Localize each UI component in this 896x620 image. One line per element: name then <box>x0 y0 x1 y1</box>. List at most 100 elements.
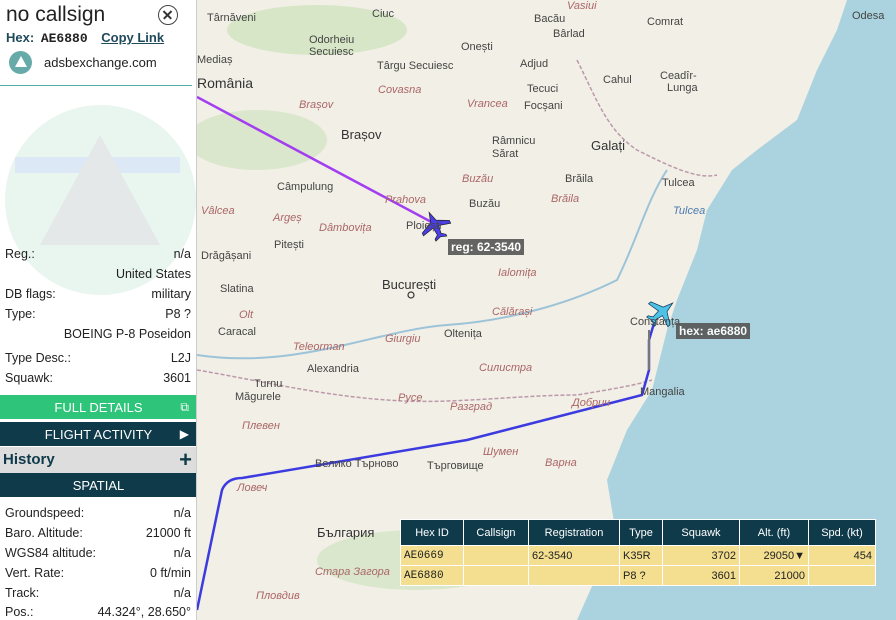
squawk-row: Squawk: 3601 <box>5 371 191 385</box>
table-row[interactable]: AE0669 62-3540 K35R 3702 29050▼ 454 <box>400 545 876 566</box>
table-cell: P8 ? <box>619 565 663 586</box>
map-label: Covasna <box>378 84 422 96</box>
typedesc-row: Type Desc.: L2J <box>5 351 191 365</box>
map-label: Argeș <box>273 212 302 224</box>
map-label: Odesa <box>852 10 885 22</box>
map-label: Силистра <box>479 362 533 374</box>
map-label: Drăgășani <box>201 250 252 262</box>
dbflags-row: DB flags: military <box>5 287 191 301</box>
map-label: Târnăveni <box>207 12 256 24</box>
column-header[interactable]: Squawk <box>662 519 740 546</box>
full-details-button[interactable]: FULL DETAILS ⧉ <box>0 395 196 419</box>
map-label: Buzău <box>462 173 494 185</box>
plus-icon[interactable]: + <box>179 447 192 473</box>
map-label: Добрич <box>572 397 610 409</box>
reg-value: n/a <box>173 247 191 261</box>
map-label: Tecuci <box>527 83 559 95</box>
map-label: Galați <box>591 138 625 153</box>
track-value: n/a <box>173 586 191 600</box>
map-label: Ciuc <box>372 8 395 20</box>
site-label: adsbexchange.com <box>44 54 157 70</box>
column-header[interactable]: Hex ID <box>400 519 464 546</box>
map-label: Târgu Secuiesc <box>377 60 454 72</box>
aircraft-sidebar: no callsign Hex: AE6880 Copy Link adsbex… <box>0 0 197 620</box>
baro-row: Baro. Altitude: 21000 ft <box>5 526 191 540</box>
history-section-header[interactable]: History + <box>0 447 196 473</box>
map-label: Olt <box>239 309 254 321</box>
map-label: Brașov <box>299 99 334 111</box>
table-cell: AE0669 <box>400 545 464 566</box>
dbflags-label: DB flags: <box>5 287 56 301</box>
groundspeed-value: n/a <box>173 506 191 520</box>
groundspeed-row: Groundspeed: n/a <box>5 506 191 520</box>
aircraft-ae0669-label[interactable]: reg: 62-3540 <box>448 239 525 255</box>
baro-label: Baro. Altitude: <box>5 526 83 540</box>
groundspeed-label: Groundspeed: <box>5 506 85 520</box>
map-label: Sărat <box>492 148 519 160</box>
reg-label: Reg.: <box>5 247 35 261</box>
map-label: Търговище <box>427 460 484 472</box>
map-label: Велико Търново <box>315 458 399 470</box>
table-cell: AE6880 <box>400 565 464 586</box>
table-cell: 3601 <box>662 565 740 586</box>
baro-value: 21000 ft <box>145 526 191 540</box>
spatial-header[interactable]: SPATIAL <box>0 473 196 497</box>
pos-row: Pos.: 44.324°, 28.650° <box>5 605 191 619</box>
map-label: Brăila <box>551 193 580 205</box>
spatial-label: SPATIAL <box>72 477 125 493</box>
aircraft-callsign: no callsign <box>6 3 106 26</box>
aircraft-ae6880-label[interactable]: hex: ae6880 <box>676 323 751 339</box>
table-cell <box>528 565 620 586</box>
typedesc-value: L2J <box>170 351 191 365</box>
table-cell: K35R <box>619 545 663 566</box>
full-details-label: FULL DETAILS <box>54 399 143 415</box>
map-label: Bacău <box>534 13 566 25</box>
map-label: Constanța <box>630 316 681 328</box>
table-cell <box>808 565 876 586</box>
map-label: Brăila <box>565 173 594 185</box>
squawk-value: 3601 <box>163 371 191 385</box>
type-full: BOEING P-8 Poseidon <box>63 327 191 341</box>
map-label: Brașov <box>341 127 382 142</box>
map-label: Buzău <box>469 198 501 210</box>
column-header[interactable]: Spd. (kt) <box>808 519 876 546</box>
hex-label: Hex: <box>6 30 35 45</box>
vrate-value: 0 ft/min <box>150 566 191 580</box>
map-label: Odorheiu <box>309 34 355 46</box>
table-cell: 3702 <box>662 545 740 566</box>
column-header[interactable]: Callsign <box>463 519 529 546</box>
map-label: Măgurele <box>235 391 281 403</box>
map-label: България <box>317 525 375 540</box>
site-link[interactable]: adsbexchange.com <box>9 50 157 74</box>
column-header[interactable]: Registration <box>528 519 620 546</box>
close-icon[interactable] <box>158 5 178 25</box>
map-label: Secuiesc <box>309 46 354 58</box>
table-cell: 29050▼ <box>739 545 809 566</box>
map-label: Стара Загора <box>315 566 390 578</box>
copy-link[interactable]: Copy Link <box>101 30 164 45</box>
divider <box>0 85 192 86</box>
column-header[interactable]: Type <box>619 519 663 546</box>
map-label: Ловеч <box>237 482 268 494</box>
track-row: Track: n/a <box>5 586 191 600</box>
map-label: Tulcea <box>673 205 706 217</box>
flight-activity-button[interactable]: FLIGHT ACTIVITY ▶ <box>0 422 196 446</box>
column-header[interactable]: Alt. (ft) <box>739 519 809 546</box>
type-row: Type: P8 ? <box>5 307 191 321</box>
wgs-row: WGS84 altitude: n/a <box>5 546 191 560</box>
map-label: Slatina <box>220 283 254 295</box>
map-label: Câmpulung <box>277 181 334 193</box>
table-row[interactable]: AE6880 P8 ? 3601 21000 <box>400 565 876 586</box>
map-label: Bârlad <box>553 28 585 40</box>
hex-line: Hex: AE6880 Copy Link <box>6 30 164 46</box>
table-cell: 21000 <box>739 565 809 586</box>
forest-area <box>197 110 327 170</box>
map-label: Pitești <box>274 239 304 251</box>
external-link-icon: ⧉ <box>180 400 189 414</box>
track-label: Track: <box>5 586 40 600</box>
map-label: România <box>197 75 254 91</box>
map-label: Mediaș <box>197 54 233 66</box>
wgs-value: n/a <box>173 546 191 560</box>
map-label: Cahul <box>603 74 632 86</box>
map-label: Dâmbovița <box>319 222 372 234</box>
